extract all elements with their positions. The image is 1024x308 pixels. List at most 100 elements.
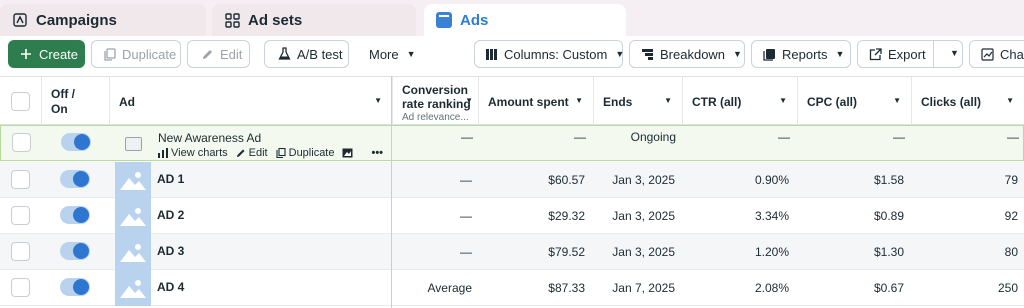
pencil-icon (200, 47, 214, 61)
table-row[interactable]: AD 2 — $29.32 Jan 3, 2025 3.34% $0.89 92 (0, 198, 1024, 234)
duplicate-label: Duplicate (122, 46, 177, 62)
column-ad[interactable]: Ad ▼ (109, 77, 392, 125)
on-off-toggle[interactable] (60, 170, 90, 188)
tab-ads-label: Ads (460, 11, 489, 29)
ad-name-link[interactable]: AD 1 (157, 172, 184, 186)
column-clicks-label: Clicks (all) (921, 95, 982, 109)
cpc-value: $0.89 (873, 209, 904, 223)
view-charts-link[interactable]: View charts (158, 147, 228, 159)
caret-down-icon: ▼ (615, 49, 625, 59)
row-checkbox[interactable] (11, 242, 30, 261)
tab-campaigns[interactable]: Campaigns (0, 4, 206, 36)
ad-name-link[interactable]: AD 4 (157, 280, 184, 294)
chart-button[interactable]: Chart (969, 40, 1024, 68)
on-off-toggle[interactable] (60, 206, 90, 224)
column-ctr-label: CTR (all) (692, 95, 742, 109)
reports-icon (762, 47, 776, 61)
cpc-value: $0.67 (873, 281, 904, 295)
row-edit-link[interactable]: Edit (236, 147, 268, 159)
reports-dropdown[interactable]: Reports ▼ (751, 40, 851, 68)
columns-dropdown[interactable]: Columns: Custom ▼ (474, 40, 625, 68)
sort-caret-icon[interactable]: ▼ (779, 96, 787, 105)
row-checkbox[interactable] (11, 206, 30, 225)
bar-chart-icon (158, 148, 168, 158)
ad-thumbnail-image-icon[interactable] (115, 198, 151, 234)
column-ends[interactable]: Ends ▼ (593, 77, 682, 125)
column-conversion-rate-ranking[interactable]: Conversion rate ranking Ad relevance... … (392, 77, 478, 125)
preview-image-icon[interactable] (342, 148, 353, 158)
caret-down-icon[interactable]: ▼ (950, 48, 959, 58)
on-off-toggle[interactable] (61, 133, 91, 151)
more-options-icon[interactable]: ••• (371, 147, 383, 159)
row-actions: View charts Edit Duplicate ••• (158, 147, 383, 159)
column-off-on[interactable]: Off / On (41, 77, 109, 125)
on-off-toggle[interactable] (60, 278, 90, 296)
campaign-folder-icon (12, 12, 28, 28)
sort-caret-icon[interactable]: ▼ (374, 96, 382, 105)
export-button[interactable]: Export ▼ (857, 40, 963, 68)
ab-test-button[interactable]: A/B test (264, 40, 349, 68)
on-off-toggle[interactable] (60, 242, 90, 260)
caret-down-icon: ▼ (733, 49, 742, 59)
flask-icon (277, 47, 291, 61)
tab-ads[interactable]: Ads (424, 4, 626, 36)
plus-icon (19, 47, 33, 61)
split-divider (933, 41, 934, 67)
sort-caret-icon[interactable]: ▼ (575, 96, 583, 105)
row-duplicate-label: Duplicate (288, 147, 335, 159)
caret-down-icon: ▼ (835, 49, 845, 59)
create-button[interactable]: Create (8, 40, 85, 68)
row-duplicate-link[interactable]: Duplicate (276, 147, 335, 159)
export-label: Export (888, 46, 926, 62)
grid-icon (224, 12, 240, 28)
column-amount-spent[interactable]: Amount spent ▼ (478, 77, 593, 125)
sort-caret-icon[interactable]: ▼ (465, 96, 473, 105)
ad-thumbnail-image-icon[interactable] (115, 270, 151, 306)
table-header: Off / On Ad ▼ Conversion rate ranking Ad… (0, 76, 1024, 125)
ad-name-link[interactable]: AD 3 (157, 244, 184, 258)
sort-caret-icon[interactable]: ▼ (664, 96, 672, 105)
tab-campaigns-label: Campaigns (36, 11, 117, 29)
select-all-checkbox[interactable] (11, 92, 30, 111)
table-row[interactable]: AD 4 Average $87.33 Jan 7, 2025 2.08% $0… (0, 270, 1024, 306)
column-conv-label-2: rate ranking (402, 97, 471, 111)
ctr-value: 3.34% (754, 209, 789, 223)
conversion-rank-value: — (461, 130, 473, 144)
row-checkbox[interactable] (12, 133, 31, 152)
cpc-value: $1.30 (873, 245, 904, 259)
table-row[interactable]: AD 1 — $60.57 Jan 3, 2025 0.90% $1.58 79 (0, 162, 1024, 198)
table-row[interactable]: New Awareness Ad View charts Edit Duplic… (0, 125, 1024, 161)
sort-caret-icon[interactable]: ▼ (1006, 96, 1014, 105)
export-icon (868, 47, 882, 61)
duplicate-button[interactable]: Duplicate (91, 40, 181, 68)
column-ctr[interactable]: CTR (all) ▼ (682, 77, 797, 125)
table-row[interactable]: AD 3 — $79.52 Jan 3, 2025 1.20% $1.30 80 (0, 234, 1024, 270)
level-tabs: Campaigns Ad sets Ads (0, 0, 1024, 36)
edit-label: Edit (220, 46, 243, 62)
amount-spent-value: $87.33 (548, 281, 585, 295)
ad-name-link[interactable]: New Awareness Ad (158, 131, 261, 145)
ad-thumbnail-image-icon[interactable] (115, 234, 151, 270)
ends-value: Jan 3, 2025 (612, 245, 675, 259)
ad-thumbnail-image-icon[interactable] (115, 162, 151, 198)
edit-button[interactable]: Edit (187, 40, 250, 68)
sort-caret-icon[interactable]: ▼ (893, 96, 901, 105)
column-clicks[interactable]: Clicks (all) ▼ (911, 77, 1024, 125)
amount-spent-value: $79.52 (548, 245, 585, 259)
conversion-rank-value: Average (427, 281, 472, 295)
tab-adsets[interactable]: Ad sets (212, 4, 416, 36)
toggle-knob (73, 207, 89, 223)
column-cpc[interactable]: CPC (all) ▼ (797, 77, 911, 125)
row-checkbox[interactable] (11, 170, 30, 189)
columns-icon (485, 47, 498, 61)
more-dropdown[interactable]: More ▼ (356, 40, 424, 68)
conversion-rank-value: — (460, 209, 472, 223)
row-checkbox[interactable] (11, 278, 30, 297)
ad-name-link[interactable]: AD 2 (157, 208, 184, 222)
breakdown-dropdown[interactable]: Breakdown ▼ (629, 40, 745, 68)
ad-placeholder-icon (125, 137, 142, 151)
ends-value: Jan 3, 2025 (612, 173, 675, 187)
column-ends-label: Ends (603, 95, 633, 109)
clicks-value: 79 (1004, 173, 1018, 187)
frozen-column-divider (391, 76, 392, 308)
